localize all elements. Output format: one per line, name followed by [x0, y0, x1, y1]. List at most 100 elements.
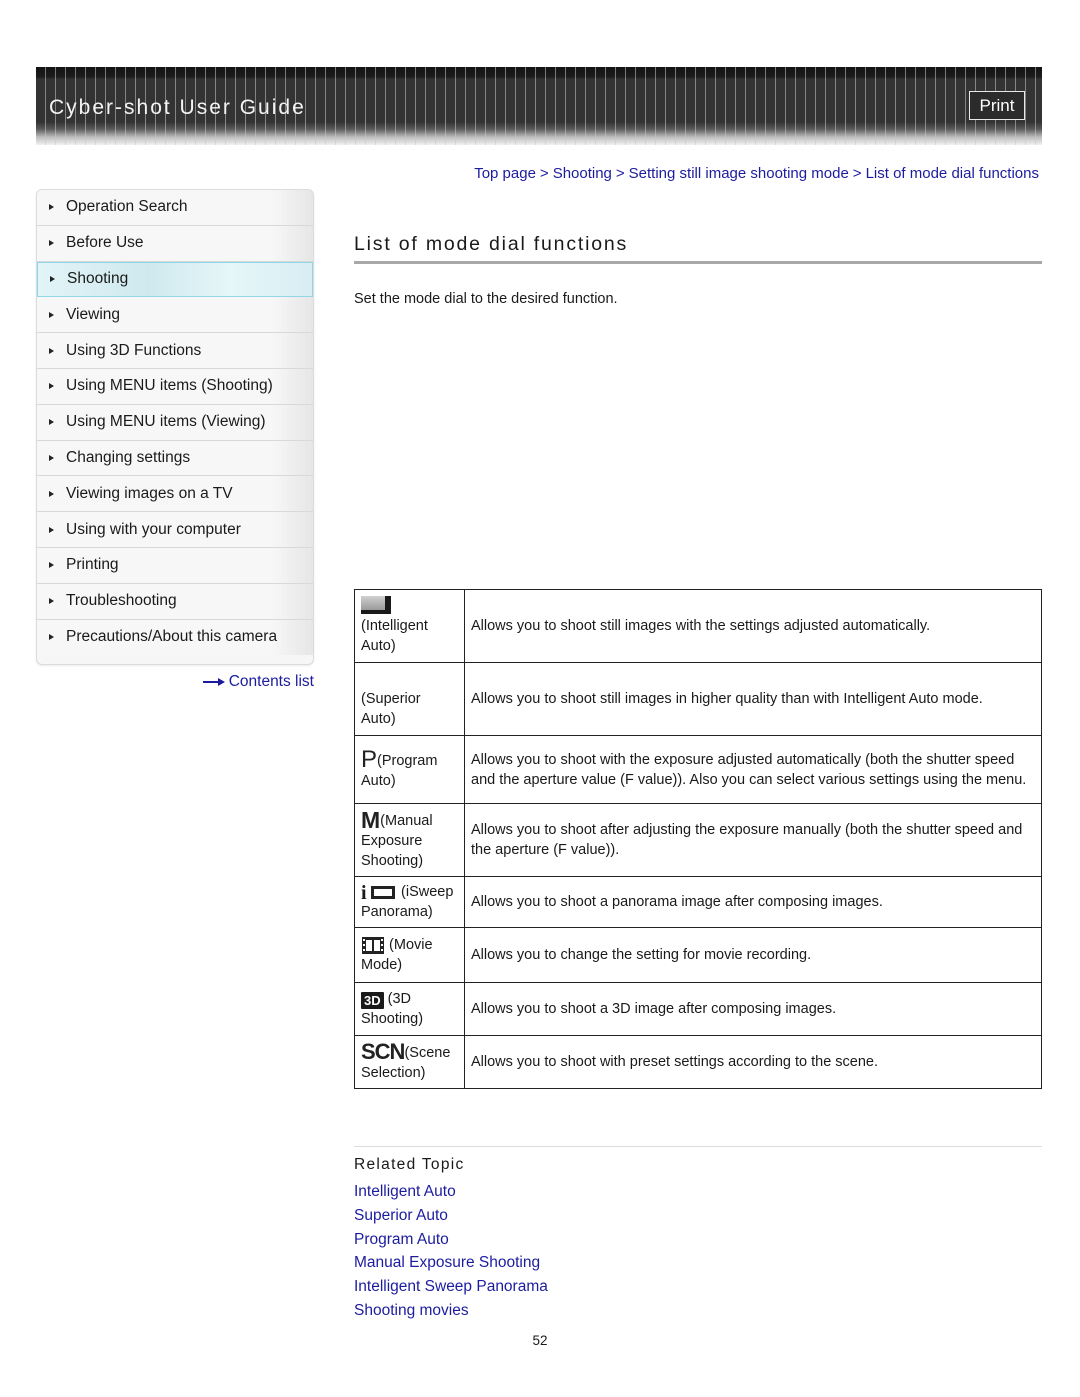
- table-row: P(Program Auto) Allows you to shoot with…: [354, 735, 1042, 804]
- triangle-right-icon: [49, 562, 54, 569]
- mode-dial-table: (Intelligent Auto) Allows you to shoot s…: [354, 589, 1042, 1089]
- sidebar-item-label: Shooting: [67, 270, 129, 288]
- table-row: (Superior Auto) Allows you to shoot stil…: [354, 662, 1042, 736]
- sidebar-item-label: Viewing images on a TV: [66, 484, 233, 502]
- table-row: 3D (3D Shooting) Allows you to shoot a 3…: [354, 982, 1042, 1036]
- mode-cell: i (iSweep Panorama): [354, 876, 465, 928]
- mode-cell: P(Program Auto): [354, 735, 465, 804]
- triangle-right-icon: [49, 347, 54, 354]
- sidebar-item-menu-viewing[interactable]: Using MENU items (Viewing): [37, 404, 313, 441]
- sidebar-nav: Operation Search Before Use Shooting Vie…: [36, 189, 314, 665]
- mode-description: Allows you to shoot with preset settings…: [464, 1035, 1042, 1089]
- table-row: M(Manual Exposure Shooting) Allows you t…: [354, 803, 1042, 877]
- sidebar-item-troubleshooting[interactable]: Troubleshooting: [37, 583, 313, 620]
- sidebar-item-printing[interactable]: Printing: [37, 547, 313, 584]
- table-row: (Intelligent Auto) Allows you to shoot s…: [354, 589, 1042, 663]
- mode-description: Allows you to shoot a 3D image after com…: [464, 982, 1042, 1036]
- mode-cell: 3D (3D Shooting): [354, 982, 465, 1036]
- breadcrumb-setting-still-image[interactable]: Setting still image shooting mode: [629, 165, 849, 182]
- sidebar-item-viewing-on-tv[interactable]: Viewing images on a TV: [37, 476, 313, 513]
- sidebar-item-label: Before Use: [66, 234, 144, 252]
- page-number: 52: [532, 1333, 548, 1348]
- table-row: SCN(Scene Selection) Allows you to shoot…: [354, 1035, 1042, 1089]
- triangle-right-icon: [49, 240, 54, 247]
- related-link-manual-exposure[interactable]: Manual Exposure Shooting: [354, 1251, 548, 1275]
- mode-description: Allows you to change the setting for mov…: [464, 927, 1042, 983]
- table-row: (Movie Mode) Allows you to change the se…: [354, 927, 1042, 983]
- triangle-right-icon: [49, 419, 54, 426]
- isweep-panorama-icon: i: [361, 883, 397, 903]
- related-divider: [354, 1146, 1042, 1147]
- sidebar-item-before-use[interactable]: Before Use: [37, 225, 313, 262]
- triangle-right-icon: [49, 526, 54, 533]
- related-link-shooting-movies[interactable]: Shooting movies: [354, 1299, 548, 1323]
- page-title: List of mode dial functions: [354, 233, 629, 255]
- triangle-right-icon: [49, 490, 54, 497]
- breadcrumb-shooting[interactable]: Shooting: [553, 165, 612, 182]
- mode-description: Allows you to shoot still images in high…: [464, 662, 1042, 736]
- guide-title: Cyber-shot User Guide: [49, 96, 306, 119]
- mode-cell: SCN(Scene Selection): [354, 1035, 465, 1089]
- intro-text: Set the mode dial to the desired functio…: [354, 291, 618, 307]
- mode-cell: (Intelligent Auto): [354, 589, 465, 663]
- sidebar-item-label: Changing settings: [66, 448, 191, 466]
- contents-list-link[interactable]: Contents list: [202, 673, 314, 691]
- triangle-right-icon: [49, 598, 54, 605]
- mode-cell: M(Manual Exposure Shooting): [354, 803, 465, 877]
- mode-description: Allows you to shoot a panorama image aft…: [464, 876, 1042, 928]
- sidebar-item-shooting[interactable]: Shooting: [37, 261, 313, 298]
- 3d-shooting-icon: 3D: [361, 992, 384, 1009]
- arrow-right-icon: [202, 677, 225, 687]
- mode-cell: (Movie Mode): [354, 927, 465, 983]
- sidebar-item-label: Using MENU items (Shooting): [66, 377, 273, 395]
- sidebar-item-label: Using MENU items (Viewing): [66, 413, 266, 431]
- triangle-right-icon: [49, 204, 54, 211]
- sidebar-item-using-3d-functions[interactable]: Using 3D Functions: [37, 333, 313, 369]
- breadcrumb: Top page > Shooting > Setting still image sh…: [474, 165, 1039, 182]
- breadcrumb-current[interactable]: List of mode dial functions: [866, 165, 1039, 182]
- mode-cell: (Superior Auto): [354, 662, 465, 736]
- breadcrumb-separator: >: [852, 165, 862, 182]
- triangle-right-icon: [50, 276, 55, 283]
- header-banner: Cyber-shot User Guide Print: [36, 67, 1042, 145]
- scene-selection-icon: SCN: [361, 1039, 405, 1064]
- sidebar-item-changing-settings[interactable]: Changing settings: [37, 440, 313, 477]
- breadcrumb-top-page[interactable]: Top page: [474, 165, 536, 182]
- sidebar-item-viewing[interactable]: Viewing: [37, 297, 313, 334]
- mode-name: (Intelligent Auto): [361, 618, 428, 654]
- related-topic-list: Intelligent Auto Superior Auto Program A…: [354, 1180, 548, 1323]
- triangle-right-icon: [49, 383, 54, 390]
- program-auto-icon: P: [361, 745, 378, 773]
- sidebar-item-label: Precautions/About this camera: [66, 628, 278, 646]
- mode-description: Allows you to shoot after adjusting the …: [464, 803, 1042, 877]
- sidebar-item-label: Printing: [66, 556, 119, 574]
- breadcrumb-separator: >: [539, 165, 549, 182]
- table-row: i (iSweep Panorama) Allows you to shoot …: [354, 876, 1042, 928]
- sidebar-item-label: Using with your computer: [66, 520, 241, 538]
- sidebar-item-using-with-computer[interactable]: Using with your computer: [37, 512, 313, 548]
- sidebar-item-operation-search[interactable]: Operation Search: [37, 190, 313, 226]
- sidebar-item-precautions[interactable]: Precautions/About this camera: [37, 619, 313, 656]
- triangle-right-icon: [49, 634, 54, 641]
- breadcrumb-separator: >: [615, 165, 625, 182]
- related-topic-heading: Related Topic: [354, 1156, 465, 1173]
- movie-mode-icon: [361, 936, 385, 955]
- title-divider: [354, 261, 1042, 264]
- related-link-intelligent-auto[interactable]: Intelligent Auto: [354, 1180, 548, 1204]
- triangle-right-icon: [49, 311, 54, 318]
- contents-list-label: Contents list: [228, 673, 314, 690]
- sidebar-item-menu-shooting[interactable]: Using MENU items (Shooting): [37, 368, 313, 405]
- related-link-superior-auto[interactable]: Superior Auto: [354, 1204, 548, 1228]
- print-button[interactable]: Print: [969, 91, 1025, 120]
- sidebar-item-label: Using 3D Functions: [66, 341, 202, 359]
- related-link-sweep-panorama[interactable]: Intelligent Sweep Panorama: [354, 1275, 548, 1299]
- mode-name: (Superior Auto): [361, 691, 421, 727]
- sidebar-item-label: Troubleshooting: [66, 592, 177, 610]
- mode-description: Allows you to shoot with the exposure ad…: [464, 735, 1042, 804]
- triangle-right-icon: [49, 454, 54, 461]
- manual-exposure-icon: M: [361, 807, 381, 833]
- intelligent-auto-icon: [361, 596, 391, 614]
- sidebar-item-label: Operation Search: [66, 198, 188, 216]
- related-link-program-auto[interactable]: Program Auto: [354, 1228, 548, 1252]
- mode-description: Allows you to shoot still images with th…: [464, 589, 1042, 663]
